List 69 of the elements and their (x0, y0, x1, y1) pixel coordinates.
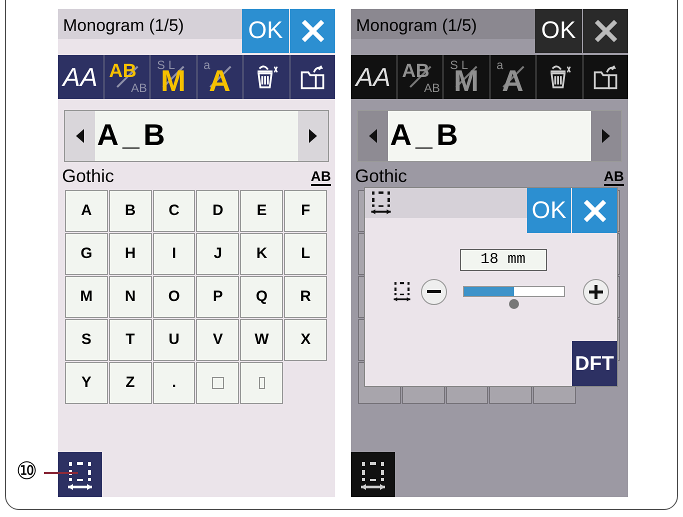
folder-icon (298, 63, 327, 91)
keyboard-key[interactable] (196, 362, 240, 404)
keyboard-key[interactable]: B (108, 190, 152, 232)
close-icon (582, 198, 606, 222)
ok-button[interactable]: OK (242, 9, 289, 53)
toolbar-button[interactable]: AA (58, 55, 102, 99)
keyboard-key[interactable]: E (240, 190, 284, 232)
narrow-space-icon (258, 377, 265, 389)
toolbar-button[interactable] (537, 55, 582, 99)
screen-title: Monogram (1/5) (58, 9, 242, 39)
toolbar-button[interactable]: AA (351, 55, 396, 99)
ok-button[interactable]: OK (527, 188, 571, 233)
keyboard-key[interactable]: A (65, 190, 108, 232)
plus-icon (589, 285, 603, 299)
close-button[interactable] (583, 9, 628, 53)
keyboard-key[interactable]: S (65, 319, 108, 361)
resize-button[interactable] (351, 452, 395, 497)
font-name: Gothic (355, 166, 408, 186)
screen-title: Monogram (1/5) (351, 9, 535, 39)
keyboard-key[interactable]: W (240, 319, 284, 361)
keyboard-key[interactable]: N (108, 276, 152, 318)
toolbar-button[interactable] (290, 55, 335, 99)
keyboard-key[interactable] (240, 362, 284, 404)
callout-number: ⑩ (16, 459, 38, 485)
leader-line (44, 472, 78, 474)
keyboard-key[interactable]: T (108, 319, 152, 361)
keyboard-key[interactable]: U (152, 319, 196, 361)
keyboard-key[interactable]: C (152, 190, 196, 232)
keyboard-key[interactable]: H (108, 233, 152, 275)
close-icon (300, 19, 324, 43)
toolbar-glyph: AB (109, 60, 136, 84)
close-button[interactable] (572, 188, 617, 233)
toolbar-button[interactable] (244, 55, 288, 99)
keyboard-key[interactable]: M (65, 276, 108, 318)
slider-thumb[interactable] (509, 299, 519, 309)
minus-button[interactable] (421, 279, 447, 305)
resize-icon (368, 189, 394, 215)
case-label: AB (310, 168, 331, 186)
keyboard-key[interactable]: V (196, 319, 240, 361)
keyboard-key[interactable]: G (65, 233, 108, 275)
keyboard-key[interactable]: L (284, 233, 327, 275)
folder-icon (592, 63, 620, 91)
keyboard-key[interactable]: Q (240, 276, 284, 318)
toolbar-button[interactable]: AB AB (104, 55, 149, 99)
resize-button[interactable] (58, 452, 102, 497)
keyboard-key[interactable]: . (152, 362, 196, 404)
space-icon (212, 377, 224, 389)
keyboard-key[interactable]: J (196, 233, 240, 275)
close-icon (594, 19, 618, 43)
keyboard-key[interactable]: Z (108, 362, 152, 404)
font-name: Gothic (62, 166, 114, 186)
keyboard-key[interactable]: D (196, 190, 240, 232)
keyboard-key[interactable]: I (152, 233, 196, 275)
minus-icon (427, 290, 441, 294)
keyboard-key[interactable]: Y (65, 362, 108, 404)
keyboard-key[interactable]: K (240, 233, 284, 275)
keyboard-key[interactable]: R (284, 276, 327, 318)
keyboard-key[interactable]: F (284, 190, 327, 232)
toolbar-button[interactable] (584, 55, 628, 99)
resize-icon (391, 280, 413, 302)
ok-button[interactable]: OK (535, 9, 582, 53)
default-button[interactable]: DFT (572, 341, 617, 386)
keyboard-key[interactable]: O (152, 276, 196, 318)
plus-button[interactable] (583, 279, 609, 305)
keyboard-key[interactable]: P (196, 276, 240, 318)
keyboard-key[interactable]: X (284, 319, 327, 361)
toolbar-glyph: A (208, 64, 231, 99)
toolbar-button[interactable]: S LM (151, 55, 196, 99)
value-display: 18 mm (460, 249, 546, 271)
